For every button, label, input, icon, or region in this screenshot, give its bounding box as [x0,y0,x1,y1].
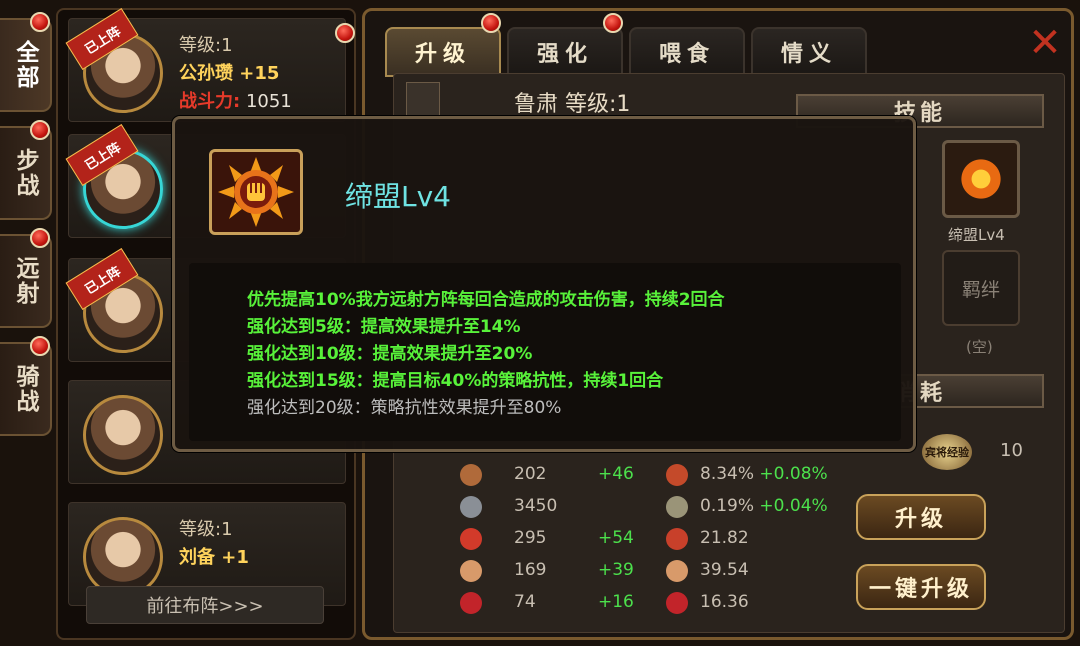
armor-icon [460,496,482,518]
notification-dot [30,228,50,248]
tab-bond[interactable]: 情义 [751,27,867,77]
tab-ranged[interactable]: 远射 [0,234,52,328]
hero-avatar [83,517,163,597]
back-arrow-icon[interactable] [406,82,440,116]
stat-row-attack: 202 +46 8.34% +0.08% [450,460,850,490]
stat-row-hp: 295 +54 21.82 [450,524,850,554]
heart-plus-icon [666,528,688,550]
skill-effect-line: 优先提高10%我方远射方阵每回合造成的攻击伤害，持续2回合 [247,290,725,310]
skill-effect-line: 强化达到5级：提高效果提升至14% [247,317,521,337]
exp-item-icon[interactable]: 宾将经验 [922,434,972,470]
goto-formation-button[interactable]: 前往布阵>>> [86,586,324,624]
arm-icon [460,560,482,582]
tab-infantry[interactable]: 步战 [0,126,52,220]
arm-plus-icon [666,560,688,582]
tab-cavalry[interactable]: 骑战 [0,342,52,436]
glove-plus-icon [666,592,688,614]
glove-icon [460,592,482,614]
tab-enhance[interactable]: 强化 [507,27,623,77]
skill-effect-line: 强化达到15级：提高目标40%的策略抗性，持续1回合 [247,371,664,391]
tab-upgrade[interactable]: 升级 [385,27,501,77]
skill-tooltip: 缔盟Lv4 优先提高10%我方远射方阵每回合造成的攻击伤害，持续2回合 强化达到… [172,116,916,452]
skill-title: 缔盟Lv4 [345,180,451,213]
exp-item-count: 10 [1000,440,1023,461]
stat-row-power: 74 +16 16.36 [450,588,850,618]
skill-effect-line: 强化达到10级：提高效果提升至20% [247,344,533,364]
notification-dot [481,13,501,33]
crit-icon [666,464,688,486]
upgrade-button[interactable]: 升级 [856,494,986,540]
one-key-upgrade-button[interactable]: 一键升级 [856,564,986,610]
skill-name-label: 缔盟Lv4 [948,226,1005,244]
hero-name: 公孙瓒 +15 [179,63,280,84]
notification-dot [30,336,50,356]
hero-avatar [83,395,163,475]
sword-icon [460,464,482,486]
hero-level: 等级:1 [179,519,233,540]
shield-icon [666,496,688,518]
tab-all[interactable]: 全部 [0,18,52,112]
fist-icon [209,149,303,235]
notification-dot [30,120,50,140]
tab-feed[interactable]: 喂食 [629,27,745,77]
bond-empty-label: (空) [966,338,993,356]
notification-dot [603,13,623,33]
stat-row-defense: 3450 0.19% +0.04% [450,492,850,522]
hero-name: 刘备 +1 [179,547,249,568]
notification-dot [30,12,50,32]
fist-icon[interactable] [942,140,1020,218]
stat-row-strength: 169 +39 39.54 [450,556,850,586]
heart-icon [460,528,482,550]
notification-dot [335,23,355,43]
hero-power: 战斗力: 1051 [179,91,292,112]
bond-slot[interactable]: 羁绊 [942,250,1020,326]
hero-card[interactable]: 已上阵 等级:1 公孙瓒 +15 战斗力: 1051 [65,7,355,122]
skill-effect-line-locked: 强化达到20级：策略抗性效果提升至80% [247,398,562,418]
hero-header: 鲁肃 等级:1 [514,92,631,117]
close-icon[interactable]: ✕ [1025,23,1065,63]
skill-description: 优先提高10%我方远射方阵每回合造成的攻击伤害，持续2回合 强化达到5级：提高效… [189,263,901,441]
hero-level: 等级:1 [179,35,233,56]
